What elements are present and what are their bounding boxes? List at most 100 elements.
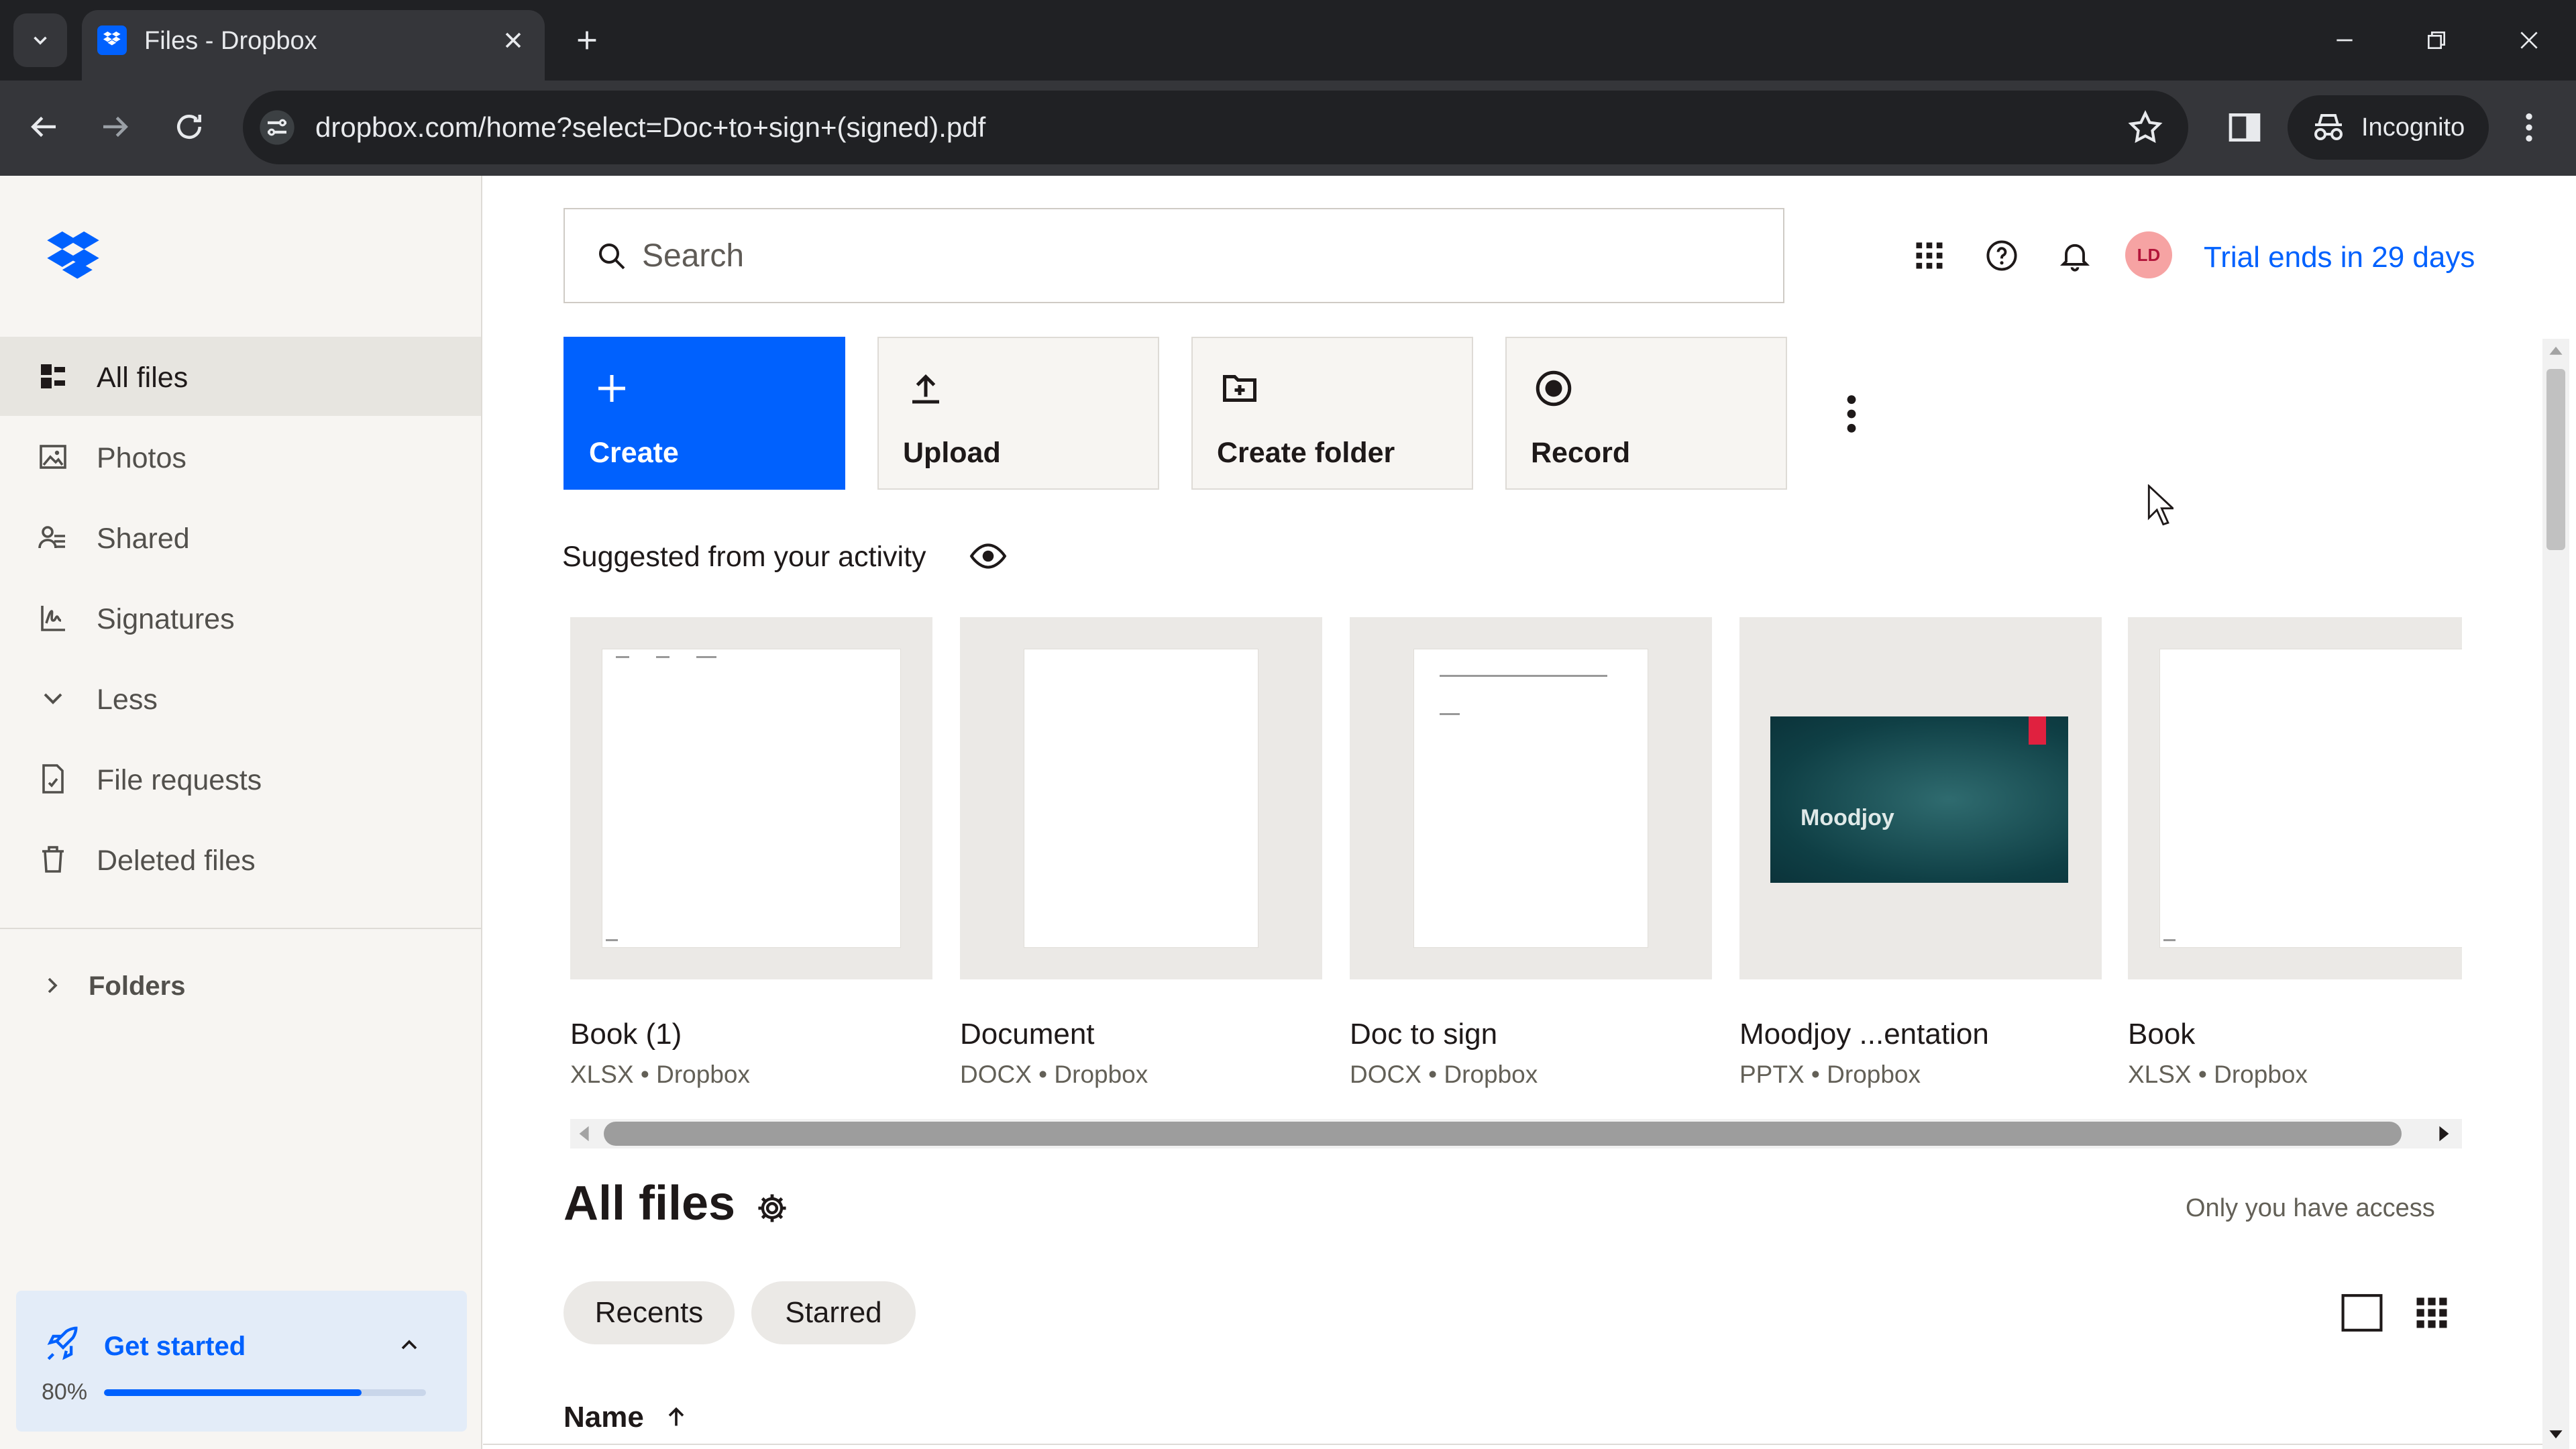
file-thumbnail[interactable]: Moodjoy: [1739, 617, 2102, 979]
file-meta: XLSX • Dropbox: [570, 1061, 750, 1088]
reload-icon[interactable]: [171, 109, 207, 145]
file-meta: XLSX • Dropbox: [2128, 1061, 2308, 1088]
file-name[interactable]: Moodjoy ...entation: [1739, 1017, 1989, 1052]
dropbox-favicon-icon: [97, 25, 127, 55]
presentation-preview: Moodjoy: [1770, 716, 2068, 883]
sort-ascending-icon[interactable]: [663, 1401, 690, 1433]
minimize-icon[interactable]: [2331, 27, 2358, 54]
tab-search-button[interactable]: [13, 13, 67, 67]
app-grid-icon[interactable]: [1912, 238, 1947, 273]
sidebar-item-all-files[interactable]: All files: [0, 337, 481, 416]
table-header-divider: [483, 1444, 2549, 1445]
progress-bar: [104, 1389, 426, 1396]
signature-icon: [41, 606, 65, 631]
sidebar-divider: [0, 928, 481, 929]
search-input[interactable]: [641, 221, 1750, 290]
shared-icon: [38, 526, 65, 549]
gear-icon[interactable]: [755, 1191, 790, 1226]
sheet-preview: [602, 649, 900, 947]
record-label: Record: [1531, 437, 1631, 469]
file-thumbnail[interactable]: [960, 617, 1322, 979]
plus-icon[interactable]: [574, 27, 600, 54]
sidebar-item-label: File requests: [97, 764, 262, 796]
upload-button[interactable]: Upload: [877, 337, 1159, 490]
back-arrow-icon[interactable]: [25, 109, 62, 145]
restore-icon[interactable]: [2423, 27, 2450, 54]
scroll-left-icon[interactable]: [576, 1124, 594, 1143]
page-title: All files: [564, 1177, 736, 1230]
filter-recents[interactable]: Recents: [564, 1281, 735, 1344]
url-text[interactable]: dropbox.com/home?select=Doc+to+sign+(sig…: [315, 111, 985, 144]
help-icon[interactable]: [1984, 238, 2019, 273]
column-header-name[interactable]: Name: [564, 1400, 644, 1435]
chevron-down-icon: [44, 693, 62, 704]
file-meta: PPTX • Dropbox: [1739, 1061, 1921, 1088]
plus-icon: [598, 375, 625, 402]
folders-toggle[interactable]: Folders: [89, 970, 185, 1002]
site-settings-icon[interactable]: [258, 109, 296, 146]
file-name[interactable]: Book (1): [570, 1017, 682, 1052]
accent-bar: [2029, 716, 2046, 745]
progress-bar-fill: [104, 1389, 362, 1396]
access-status: Only you have access: [2186, 1194, 2435, 1222]
sidebar-item-label: All files: [97, 362, 189, 394]
vertical-scrollbar-thumb[interactable]: [2546, 369, 2565, 550]
grid-view-icon[interactable]: [2414, 1293, 2450, 1332]
more-vert-icon[interactable]: [1841, 392, 1862, 435]
more-vert-icon[interactable]: [2519, 109, 2539, 146]
file-thumbnail[interactable]: [570, 617, 932, 979]
chevron-right-icon[interactable]: [39, 969, 66, 1002]
sidebar-item-less[interactable]: Less: [0, 659, 481, 738]
suggested-heading: Suggested from your activity: [562, 541, 926, 573]
document-preview: [1414, 649, 1648, 947]
photos-icon: [40, 445, 66, 469]
bell-icon[interactable]: [2057, 238, 2092, 273]
upload-label: Upload: [903, 437, 1001, 469]
dropbox-logo-icon[interactable]: [47, 231, 99, 280]
filter-starred[interactable]: Starred: [751, 1281, 916, 1344]
file-meta: DOCX • Dropbox: [960, 1061, 1148, 1088]
create-button[interactable]: Create: [564, 337, 845, 490]
record-icon: [1536, 370, 1572, 407]
trial-link[interactable]: Trial ends in 29 days: [2204, 240, 2475, 275]
star-icon[interactable]: [2127, 109, 2164, 146]
sidebar-item-signatures[interactable]: Signatures: [0, 578, 481, 657]
file-name[interactable]: Book: [2128, 1017, 2195, 1052]
horizontal-scrollbar-thumb[interactable]: [604, 1122, 2402, 1146]
sidebar-item-photos[interactable]: Photos: [0, 417, 481, 496]
create-folder-label: Create folder: [1217, 437, 1395, 469]
file-name[interactable]: Document: [960, 1017, 1095, 1052]
create-folder-button[interactable]: Create folder: [1191, 337, 1473, 490]
chevron-up-icon[interactable]: [396, 1332, 423, 1358]
incognito-icon: [2314, 114, 2343, 140]
incognito-label: Incognito: [2361, 113, 2465, 142]
sidebar-item-label: Signatures: [97, 603, 235, 635]
record-button[interactable]: Record: [1505, 337, 1787, 490]
sidebar-item-label: Shared: [97, 523, 190, 555]
file-thumbnail[interactable]: [1350, 617, 1712, 979]
upload-icon: [912, 374, 939, 404]
window-close-icon[interactable]: [2516, 27, 2542, 54]
close-icon[interactable]: [500, 27, 527, 54]
forward-arrow-icon[interactable]: [97, 109, 133, 145]
search-icon: [599, 244, 625, 270]
scroll-down-icon[interactable]: [2548, 1426, 2564, 1442]
sidebar-item-file-requests[interactable]: File requests: [0, 739, 481, 818]
sidebar-item-label: Deleted files: [97, 845, 256, 877]
list-view-icon[interactable]: [2341, 1293, 2383, 1332]
eye-icon[interactable]: [969, 539, 1008, 573]
file-name[interactable]: Doc to sign: [1350, 1017, 1497, 1052]
trash-icon: [42, 846, 64, 873]
create-label: Create: [589, 437, 679, 469]
scroll-up-icon[interactable]: [2548, 343, 2564, 360]
sidebar-item-label: Less: [97, 684, 158, 716]
all-files-icon: [41, 364, 65, 388]
get-started-label: Get started: [104, 1332, 246, 1361]
file-meta: DOCX • Dropbox: [1350, 1061, 1538, 1088]
sidebar-item-deleted-files[interactable]: Deleted files: [0, 820, 481, 899]
file-thumbnail[interactable]: [2128, 617, 2462, 979]
sidebar-item-shared[interactable]: Shared: [0, 498, 481, 577]
side-panel-icon[interactable]: [2226, 109, 2263, 146]
scroll-right-icon[interactable]: [2434, 1124, 2453, 1143]
avatar[interactable]: LD: [2125, 231, 2172, 278]
